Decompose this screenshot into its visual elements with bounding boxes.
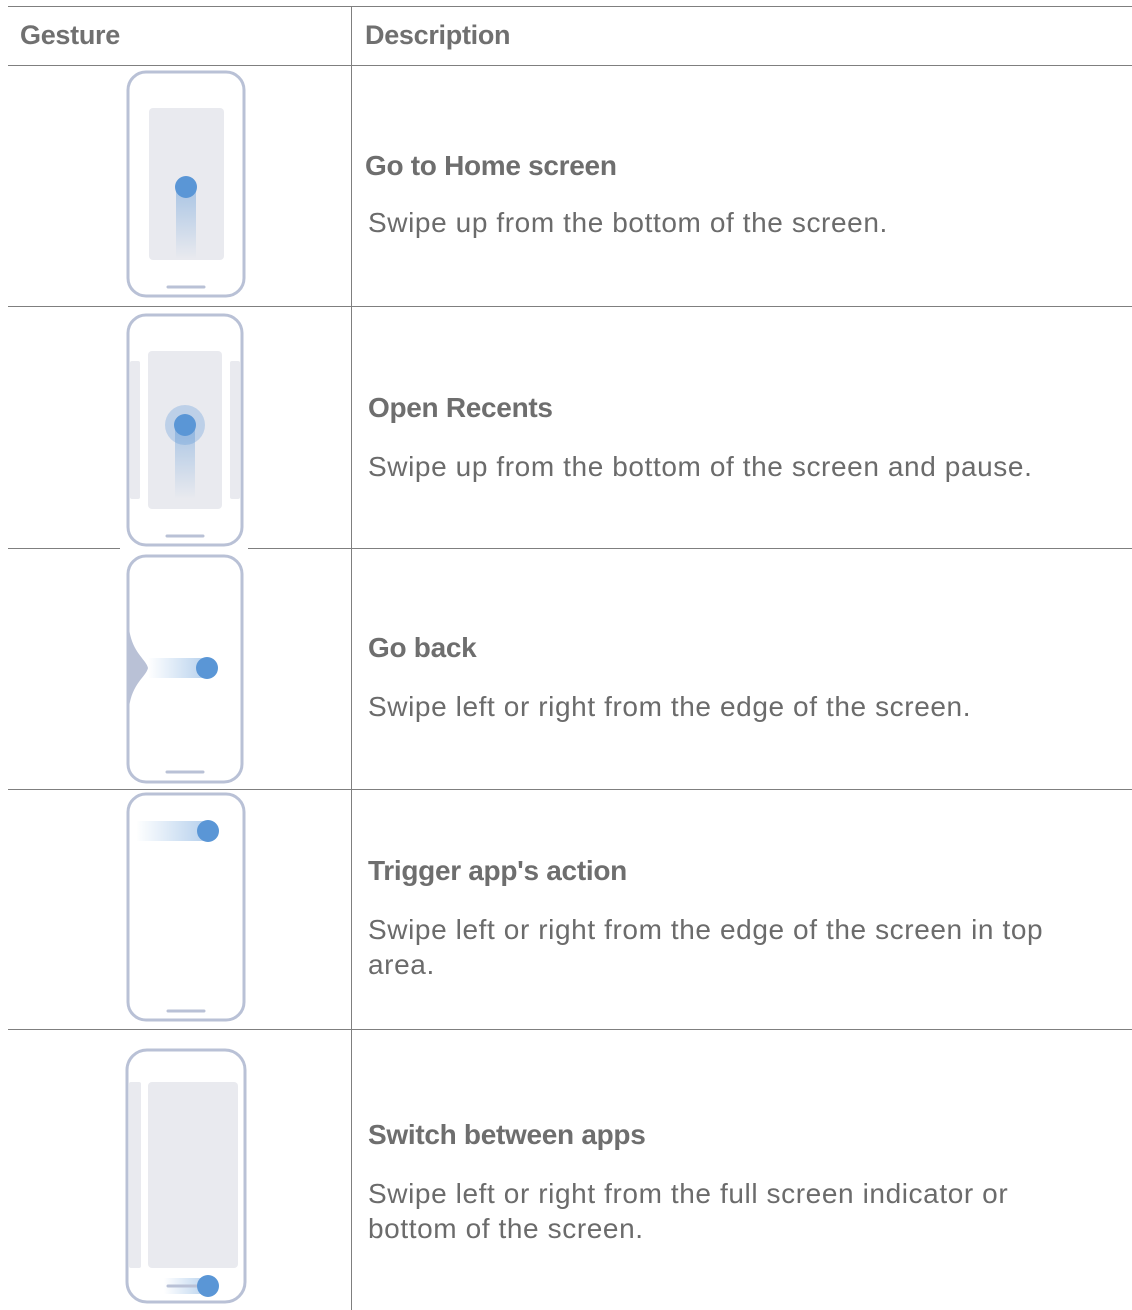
row-divider	[8, 789, 1132, 790]
swipe-up-home-icon	[118, 70, 258, 300]
gesture-title: Go back	[368, 632, 477, 663]
row-divider	[8, 1029, 1132, 1030]
gesture-title: Switch between apps	[368, 1119, 646, 1150]
header-description: Description	[365, 20, 511, 50]
table-header-rule	[8, 65, 1132, 66]
description-cell: Go to Home screen Swipe up from the bott…	[365, 150, 1095, 240]
description-cell: Switch between apps Swipe left or right …	[368, 1119, 1098, 1246]
gesture-title: Open Recents	[368, 392, 553, 423]
swipe-edge-top-icon	[118, 792, 258, 1024]
gesture-description: Swipe left or right from the full screen…	[368, 1178, 1009, 1244]
table-top-rule	[8, 6, 1132, 7]
description-cell: Go back Swipe left or right from the edg…	[368, 632, 1098, 724]
gesture-description: Swipe up from the bottom of the screen.	[368, 207, 888, 238]
swipe-up-pause-recents-icon	[118, 311, 258, 547]
gesture-description: Swipe up from the bottom of the screen a…	[368, 451, 1033, 482]
row-divider	[8, 306, 1132, 307]
row-divider	[248, 548, 1132, 549]
gesture-title: Go to Home screen	[365, 150, 617, 181]
column-divider	[351, 6, 352, 1310]
gesture-description: Swipe left or right from the edge of the…	[368, 914, 1044, 980]
gesture-table: Gesture Description Go to Home screen Sw…	[0, 0, 1132, 1310]
gesture-description: Swipe left or right from the edge of the…	[368, 691, 972, 722]
row-divider	[8, 548, 120, 549]
swipe-indicator-switch-icon	[118, 1046, 258, 1308]
description-cell: Trigger app's action Swipe left or right…	[368, 855, 1098, 982]
description-cell: Open Recents Swipe up from the bottom of…	[368, 392, 1098, 484]
header-gesture: Gesture	[20, 20, 120, 50]
swipe-edge-back-icon	[118, 553, 258, 785]
gesture-title: Trigger app's action	[368, 855, 627, 886]
